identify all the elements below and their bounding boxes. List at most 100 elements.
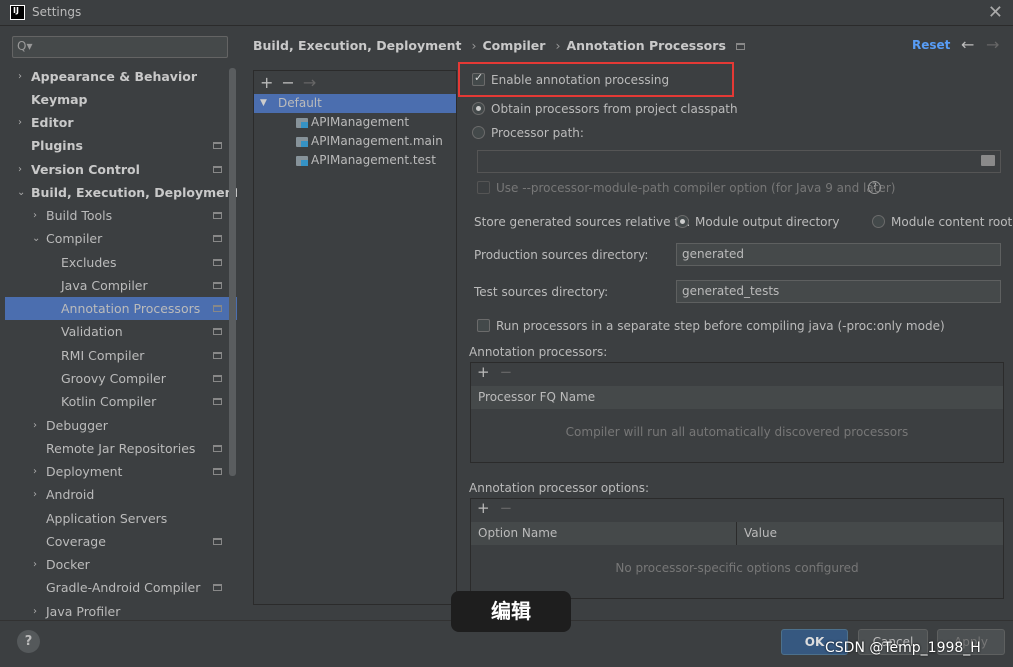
module-output-radio[interactable] — [676, 215, 689, 228]
reset-link[interactable]: Reset — [912, 38, 950, 52]
chevron-down-icon[interactable]: ▼ — [260, 94, 267, 113]
edit-tooltip: 编辑 — [451, 591, 571, 632]
project-settings-icon — [213, 398, 222, 405]
chevron-right-icon[interactable]: › — [18, 111, 22, 134]
test-sources-field[interactable]: generated_tests — [676, 280, 1001, 303]
sidebar-item-appearance-behavior[interactable]: › Appearance & Behavior — [5, 65, 237, 88]
add-profile-icon[interactable]: + — [260, 73, 273, 92]
project-settings-icon — [213, 305, 222, 312]
project-settings-icon — [735, 43, 745, 50]
sidebar-item-build-execution-deployment[interactable]: ⌄ Build, Execution, Deployment — [5, 181, 237, 204]
module-content-radio[interactable] — [872, 215, 885, 228]
sidebar-item-coverage[interactable]: Coverage — [5, 530, 237, 553]
option-name-header[interactable]: Option Name — [471, 522, 737, 545]
separate-step-checkbox[interactable] — [477, 319, 490, 332]
folder-browse-icon[interactable] — [981, 155, 995, 166]
forward-arrow-icon[interactable]: → — [986, 35, 999, 54]
chevron-right-icon[interactable]: › — [18, 65, 22, 88]
sidebar-item-annotation-processors[interactable]: Annotation Processors — [5, 297, 237, 320]
sidebar-item-compiler[interactable]: ⌄ Compiler — [5, 227, 237, 250]
chevron-down-icon[interactable]: ⌄ — [17, 181, 25, 204]
value-header[interactable]: Value — [737, 522, 1003, 545]
processor-options-title: Annotation processor options: — [469, 481, 650, 495]
chevron-down-icon[interactable]: ⌄ — [32, 227, 40, 250]
add-option-icon[interactable]: + — [477, 499, 490, 517]
sidebar-item-editor[interactable]: › Editor — [5, 111, 237, 134]
project-settings-icon — [213, 468, 222, 475]
help-icon[interactable]: ? — [868, 181, 881, 194]
annotation-processors-title: Annotation processors: — [469, 345, 608, 359]
module-folder-icon — [296, 156, 308, 166]
sidebar-item-groovy-compiler[interactable]: Groovy Compiler — [5, 367, 237, 390]
help-button[interactable]: ? — [17, 630, 40, 653]
sidebar-item-application-servers[interactable]: Application Servers — [5, 507, 237, 530]
enable-annotation-processing-checkbox[interactable] — [472, 71, 485, 86]
module-folder-icon — [296, 118, 308, 128]
processor-path-field[interactable] — [477, 150, 1001, 173]
chevron-right-icon[interactable]: › — [33, 460, 37, 483]
sidebar-item-debugger[interactable]: › Debugger — [5, 414, 237, 437]
sidebar-item-remote-jar-repositories[interactable]: Remote Jar Repositories — [5, 437, 237, 460]
sidebar-item-version-control[interactable]: › Version Control — [5, 158, 237, 181]
breadcrumb-item-compiler[interactable]: Compiler — [482, 38, 545, 53]
obtain-from-classpath-radio[interactable] — [472, 102, 485, 115]
title-bar: IJ Settings ✕ — [0, 0, 1013, 26]
sidebar-item-plugins[interactable]: Plugins — [5, 134, 237, 157]
project-settings-icon — [213, 328, 222, 335]
sidebar-item-docker[interactable]: › Docker — [5, 553, 237, 576]
sidebar-item-build-tools[interactable]: › Build Tools — [5, 204, 237, 227]
chevron-right-icon[interactable]: › — [33, 204, 37, 227]
chevron-right-icon[interactable]: › — [18, 158, 22, 181]
processors-empty-text: Compiler will run all automatically disc… — [565, 425, 909, 439]
module-item[interactable]: APIManagement.test — [254, 151, 456, 170]
sidebar-item-keymap[interactable]: Keymap — [5, 88, 237, 111]
add-processor-icon[interactable]: + — [477, 363, 490, 381]
sidebar-item-deployment[interactable]: › Deployment — [5, 460, 237, 483]
remove-option-icon[interactable]: − — [500, 499, 513, 517]
production-sources-label: Production sources directory: — [474, 248, 649, 262]
chevron-right-icon[interactable]: › — [33, 414, 37, 437]
processor-fq-name-header[interactable]: Processor FQ Name — [471, 386, 1003, 409]
remove-processor-icon[interactable]: − — [500, 363, 513, 381]
intellij-logo-icon: IJ — [10, 5, 25, 20]
profiles-toolbar: + − → — [260, 73, 324, 92]
sidebar-item-kotlin-compiler[interactable]: Kotlin Compiler — [5, 390, 237, 413]
options-empty-text: No processor-specific options configured — [615, 561, 859, 575]
sidebar-item-rmi-compiler[interactable]: RMI Compiler — [5, 344, 237, 367]
options-toolbar: + − — [477, 499, 512, 517]
sidebar-item-validation[interactable]: Validation — [5, 320, 237, 343]
close-icon[interactable]: ✕ — [988, 2, 1003, 23]
sidebar-item-android[interactable]: › Android — [5, 483, 237, 506]
project-settings-icon — [213, 584, 222, 591]
remove-profile-icon[interactable]: − — [281, 73, 294, 92]
chevron-right-icon[interactable]: › — [33, 483, 37, 506]
project-settings-icon — [213, 259, 222, 266]
sidebar-item-java-profiler[interactable]: › Java Profiler — [5, 600, 237, 619]
back-arrow-icon[interactable]: ← — [961, 35, 974, 54]
sidebar-item-gradle-android-compiler[interactable]: Gradle-Android Compiler — [5, 576, 237, 599]
breadcrumb-item-build[interactable]: Build, Execution, Deployment — [253, 38, 461, 53]
chevron-right-icon[interactable]: › — [33, 553, 37, 576]
search-icon: Q▾ — [17, 39, 33, 53]
sidebar-item-java-compiler[interactable]: Java Compiler — [5, 274, 237, 297]
move-profile-icon[interactable]: → — [303, 73, 316, 92]
chevron-right-icon[interactable]: › — [33, 600, 37, 619]
processor-path-radio[interactable] — [472, 126, 485, 139]
sidebar-scrollbar[interactable] — [229, 68, 236, 476]
profile-default[interactable]: ▼ Default — [254, 94, 456, 113]
enable-annotation-processing-label: Enable annotation processing — [491, 73, 670, 87]
project-settings-icon — [213, 235, 222, 242]
search-input[interactable]: Q▾ — [12, 36, 228, 58]
store-generated-label: Store generated sources relative to: — [474, 215, 691, 229]
sidebar-item-excludes[interactable]: Excludes — [5, 251, 237, 274]
project-settings-icon — [213, 282, 222, 289]
module-content-label: Module content root — [891, 215, 1013, 229]
module-path-checkbox[interactable] — [477, 181, 490, 194]
test-sources-label: Test sources directory: — [474, 285, 609, 299]
annotation-processors-table: + − Processor FQ Name Compiler will run a… — [470, 362, 1004, 463]
production-sources-field[interactable]: generated — [676, 243, 1001, 266]
module-item[interactable]: APIManagement.main — [254, 132, 456, 151]
project-settings-icon — [213, 142, 222, 149]
breadcrumb-separator: › — [471, 38, 477, 53]
module-item[interactable]: APIManagement — [254, 113, 456, 132]
